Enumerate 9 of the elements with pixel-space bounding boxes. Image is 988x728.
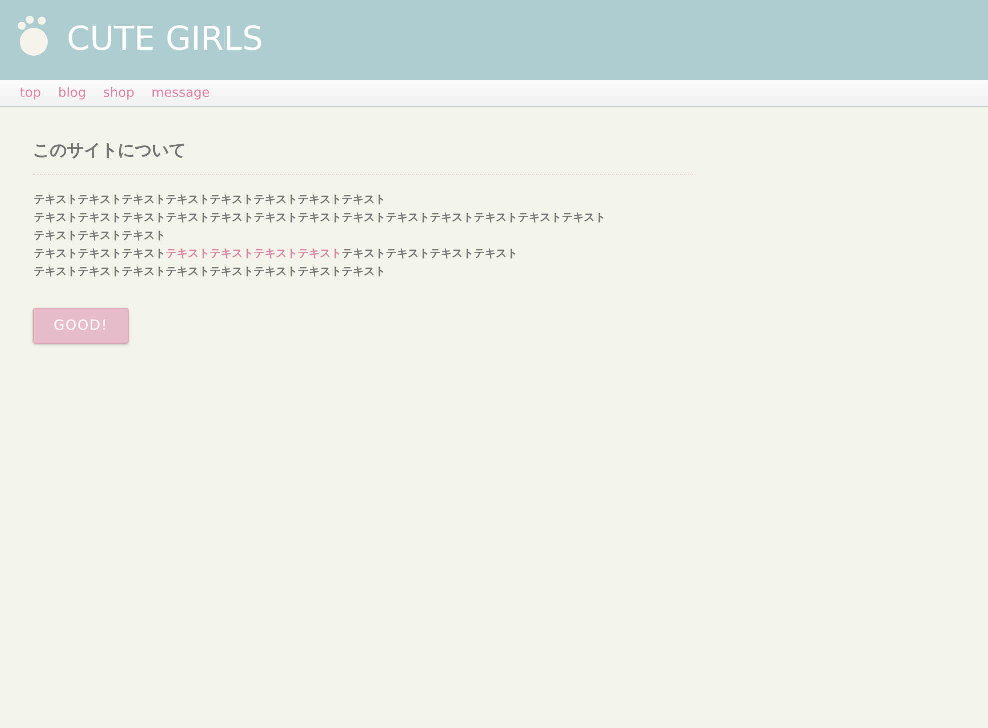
nav-link[interactable]: top (20, 86, 42, 100)
nav-link[interactable]: blog (58, 86, 86, 100)
nav-link[interactable]: message (152, 86, 210, 100)
nav-link[interactable]: shop (103, 86, 135, 100)
good-button[interactable]: GOOD! (33, 308, 129, 344)
body-text: テキストテキストテキストテキストテキストテキストテキストテキスト テキストテキストテキストテキストテキストテキストテキストテキストテキストテキストテキストテキストテキスト テキストテキストテキスト テキストテキストテキスト テキストテキストテキストテキスト テキストテキストテキストテキスト テキストテキストテキストテキストテキストテキストテキストテキスト (34, 192, 607, 280)
site-logo[interactable]: CUTE GIRLS (67, 18, 264, 58)
text-link[interactable]: テキストテキストテキストテキスト (166, 247, 342, 260)
section-heading: このサイトについて (33, 135, 693, 175)
